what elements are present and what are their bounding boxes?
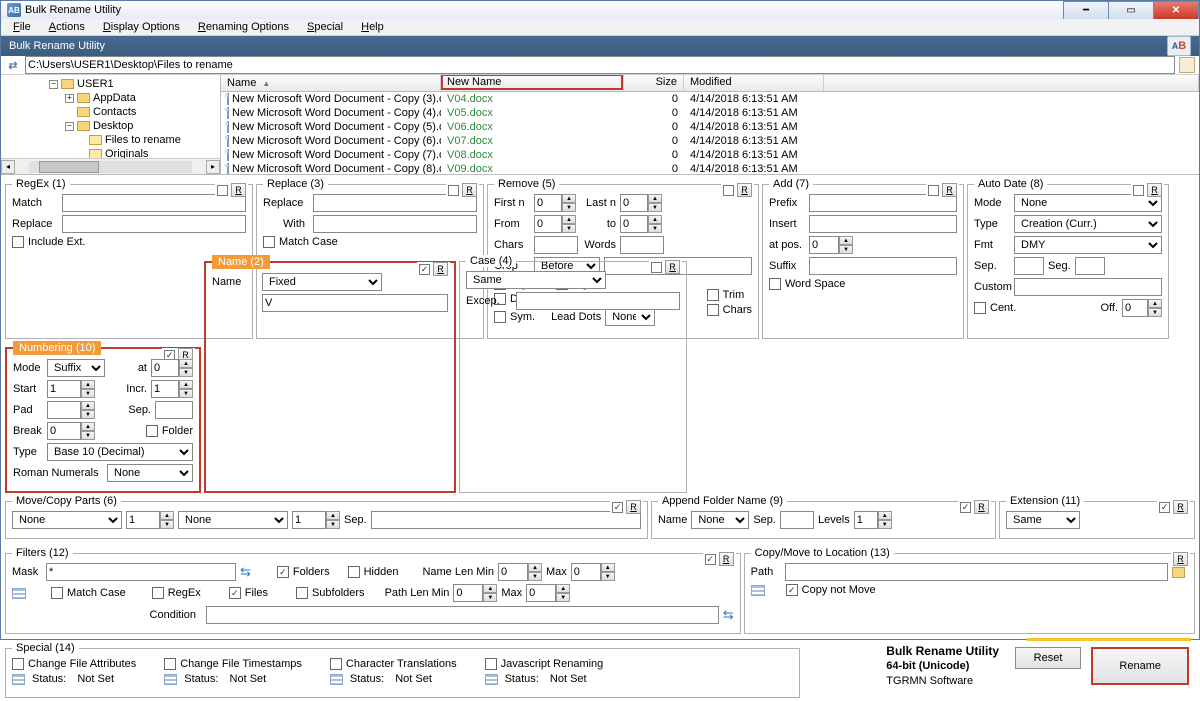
table-row[interactable]: New Microsoft Word Document - Copy (5).d… <box>221 120 1199 134</box>
menu-display-options[interactable]: Display Options <box>95 19 188 35</box>
reset-button[interactable]: Reset <box>1015 647 1082 669</box>
panel-name: Name (2) R NameFixed <box>204 255 456 493</box>
app-icon: AB <box>7 3 21 17</box>
tree-contacts[interactable]: Contacts <box>93 106 136 118</box>
ab-logo-icon: AB <box>1167 36 1191 56</box>
numbering-pad-input[interactable] <box>47 401 81 419</box>
window-title: Bulk Rename Utility <box>25 4 121 16</box>
regex-reset-btn[interactable]: R <box>231 183 246 197</box>
name-mode-select[interactable]: Fixed <box>262 273 382 291</box>
attr-icon[interactable] <box>12 674 25 685</box>
table-row[interactable]: New Microsoft Word Document - Copy (6).d… <box>221 134 1199 148</box>
table-row[interactable]: New Microsoft Word Document - Copy (7).d… <box>221 148 1199 162</box>
panel-extension: Extension (11) R Same <box>999 495 1195 539</box>
panel-appendfolder: Append Folder Name (9) R NameNone Sep. L… <box>651 495 996 539</box>
menu-help[interactable]: Help <box>353 19 392 35</box>
panel-case: Case (4) R Same Excep. <box>459 255 687 493</box>
remove-firstn-input[interactable] <box>534 194 562 212</box>
remove-to-input[interactable] <box>620 215 648 233</box>
col-header-newname[interactable]: New Name <box>441 75 623 90</box>
menu-bar: File Actions Display Options Renaming Op… <box>1 19 1199 36</box>
rename-button[interactable]: Rename <box>1091 647 1189 685</box>
timestamp-icon[interactable] <box>164 674 177 685</box>
remove-lastn-input[interactable] <box>620 194 648 212</box>
tree-scrollbar[interactable]: ◂▸ <box>1 158 220 174</box>
menu-renaming-options[interactable]: Renaming Options <box>190 19 297 35</box>
close-button[interactable]: ✕ <box>1153 1 1199 19</box>
col-header-name[interactable]: Name▲ <box>221 75 441 91</box>
tree-files-to-rename[interactable]: Files to rename <box>105 134 181 146</box>
panel-filters: Filters (12) R Mask ⇆ Folders Hidden Nam… <box>5 547 741 634</box>
up-folder-icon[interactable] <box>1179 57 1195 73</box>
panel-movecopy: Move/Copy Parts (6) R None ▲▼ None ▲▼ Se… <box>5 495 648 539</box>
menu-actions[interactable]: Actions <box>41 19 93 35</box>
panel-special: Special (14) Change File AttributesStatu… <box>5 642 800 698</box>
add-insert-input[interactable] <box>809 215 957 233</box>
chartrans-icon[interactable] <box>330 674 343 685</box>
document-icon <box>227 149 229 161</box>
maximize-button[interactable]: ▭ <box>1108 1 1154 19</box>
table-row[interactable]: New Microsoft Word Document - Copy (8).d… <box>221 162 1199 174</box>
branding: Bulk Rename Utility 64-bit (Unicode) TGR… <box>886 643 999 689</box>
document-icon <box>227 135 229 147</box>
copymove-path-input[interactable] <box>785 563 1168 581</box>
browse-folder-icon[interactable] <box>1172 567 1185 578</box>
refresh-icon[interactable]: ⇆ <box>240 564 251 580</box>
document-icon <box>227 93 229 105</box>
tree-appdata[interactable]: AppData <box>93 92 136 104</box>
panel-copymove: Copy/Move to Location (13) R Path Copy n… <box>744 547 1195 634</box>
col-header-size[interactable]: Size <box>624 75 684 91</box>
panel-add: Add (7) R Prefix Insert at pos.▲▼ Suffix… <box>762 178 964 339</box>
table-row[interactable]: New Microsoft Word Document - Copy (3).d… <box>221 92 1199 106</box>
remove-from-input[interactable] <box>534 215 562 233</box>
document-icon <box>227 107 229 119</box>
panel-autodate: Auto Date (8) R ModeNone TypeCreation (C… <box>967 178 1169 339</box>
document-icon <box>227 121 229 133</box>
tree-desktop[interactable]: Desktop <box>93 120 133 132</box>
path-input[interactable] <box>25 56 1175 74</box>
folder-tree[interactable]: −USER1 +AppData Contacts −Desktop Files … <box>1 75 221 174</box>
panel-numbering: Numbering (10) R ModeSuffixat▲▼ Start▲▼I… <box>5 341 201 493</box>
js-icon[interactable] <box>485 674 498 685</box>
add-suffix-input[interactable] <box>809 257 957 275</box>
app-header-title: Bulk Rename Utility <box>9 40 105 52</box>
regex-replace-input[interactable] <box>62 215 246 233</box>
folder-tree-icon[interactable]: ⇄ <box>5 57 21 73</box>
replace-with-input[interactable] <box>313 215 477 233</box>
window-title-bar: AB Bulk Rename Utility ━ ▭ ✕ <box>1 1 1199 19</box>
numbering-mode-select[interactable]: Suffix <box>47 359 105 377</box>
minimize-button[interactable]: ━ <box>1063 1 1109 19</box>
tree-user[interactable]: USER1 <box>77 78 114 90</box>
filters-mask-input[interactable] <box>46 563 236 581</box>
regex-include-ext-chk[interactable] <box>12 236 24 248</box>
table-row[interactable]: New Microsoft Word Document - Copy (4).d… <box>221 106 1199 120</box>
menu-file[interactable]: File <box>5 19 39 35</box>
replace-matchcase-chk[interactable] <box>263 236 275 248</box>
regex-enable-chk[interactable] <box>217 185 228 196</box>
file-list[interactable]: Name▲ New Name Size Modified New Microso… <box>221 75 1199 174</box>
refresh-cond-icon[interactable]: ⇆ <box>723 607 734 623</box>
col-header-modified[interactable]: Modified <box>684 75 824 91</box>
grid-icon-2[interactable] <box>751 585 765 596</box>
menu-special[interactable]: Special <box>299 19 351 35</box>
name-value-input[interactable] <box>262 294 448 312</box>
grid-icon[interactable] <box>12 588 26 599</box>
app-header: Bulk Rename Utility AB <box>1 36 1199 56</box>
document-icon <box>227 163 229 174</box>
